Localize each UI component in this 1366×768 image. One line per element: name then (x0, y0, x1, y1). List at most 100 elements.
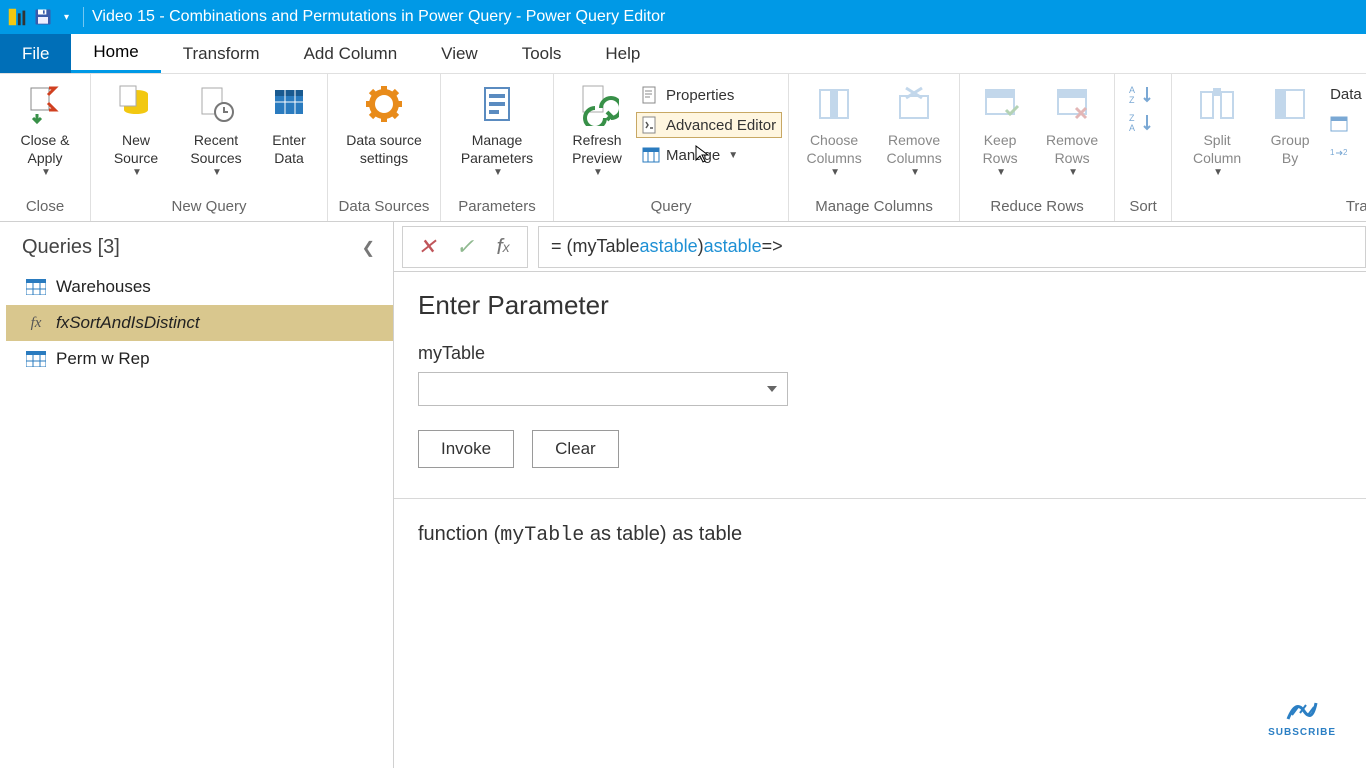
tab-help[interactable]: Help (583, 34, 662, 73)
advanced-editor-icon (642, 116, 660, 134)
enter-parameter-heading: Enter Parameter (418, 290, 1342, 321)
queries-pane: Queries [3] ❮ Warehouses fx fxSortAndIsD… (0, 222, 394, 768)
cancel-edit-button[interactable]: ✕ (413, 233, 441, 261)
ribbon-group-manage-columns: Choose Columns▼ Remove Columns▼ Manage C… (789, 74, 960, 221)
main: Queries [3] ❮ Warehouses fx fxSortAndIsD… (0, 222, 1366, 768)
formula-input[interactable]: = (myTable as table) as table => (538, 226, 1366, 268)
collapse-pane-icon[interactable]: ❮ (362, 238, 375, 258)
tab-transform[interactable]: Transform (161, 34, 282, 73)
remove-rows-button[interactable]: Remove Rows▼ (1036, 78, 1108, 188)
formula-text: as (640, 236, 659, 257)
query-item-label: Warehouses (56, 277, 151, 297)
keep-rows-button[interactable]: Keep Rows▼ (966, 78, 1034, 188)
manage-query-label: Manage (666, 147, 720, 164)
signature-text: function ( (418, 523, 500, 545)
enter-data-button[interactable]: Enter Data (257, 78, 321, 188)
ribbon-group-transform: Split Column▼ Group By Data 12 Tra (1172, 74, 1366, 221)
formula-text: as (704, 236, 723, 257)
recent-sources-label: Recent Sources (190, 132, 241, 167)
qat-dropdown-icon[interactable]: ▾ (58, 12, 75, 23)
refresh-preview-button[interactable]: Refresh Preview▼ (560, 78, 634, 188)
replace-icon: 12 (1330, 145, 1348, 163)
data-type-button[interactable]: Data (1324, 82, 1366, 107)
ribbon-group-label: New Query (97, 194, 321, 221)
ribbon-group-query: Refresh Preview▼ Properties Advanced Edi… (554, 74, 789, 221)
tab-tools[interactable]: Tools (500, 34, 584, 73)
query-item-perm-w-rep[interactable]: Perm w Rep (6, 341, 393, 377)
signature-text: myTable (500, 524, 584, 547)
ribbon-group-label: Data Sources (334, 194, 434, 221)
content-area: ✕ ✓ fx = (myTable as table) as table => … (394, 222, 1366, 768)
tab-add-column[interactable]: Add Column (282, 34, 420, 73)
fx-button[interactable]: fx (489, 233, 517, 261)
app-icon (6, 6, 28, 28)
svg-text:A: A (1129, 85, 1135, 95)
properties-button[interactable]: Properties (636, 82, 782, 108)
ribbon-group-sort: AZ ZA Sort (1115, 74, 1172, 221)
formula-text: => (762, 236, 783, 257)
manage-parameters-button[interactable]: Manage Parameters▼ (447, 78, 547, 188)
close-apply-label: Close & Apply (20, 132, 69, 167)
replace-values-button[interactable]: 12 (1324, 141, 1366, 167)
tab-file[interactable]: File (0, 34, 71, 73)
sort-desc-icon: ZA (1129, 112, 1157, 132)
ribbon-tabstrip: File Home Transform Add Column View Tool… (0, 34, 1366, 74)
query-item-label: fxSortAndIsDistinct (56, 313, 200, 333)
ribbon: Close & Apply▼ Close New Source▼ Recent … (0, 74, 1366, 222)
ribbon-group-label: Reduce Rows (966, 194, 1108, 221)
close-apply-button[interactable]: Close & Apply▼ (6, 78, 84, 188)
formula-text: table (659, 236, 698, 257)
svg-text:2: 2 (1343, 148, 1348, 157)
invoke-button[interactable]: Invoke (418, 430, 514, 468)
query-item-warehouses[interactable]: Warehouses (6, 269, 393, 305)
clear-button[interactable]: Clear (532, 430, 619, 468)
recent-sources-button[interactable]: Recent Sources▼ (177, 78, 255, 188)
divider (394, 498, 1366, 499)
title-bar: ▾ Video 15 - Combinations and Permutatio… (0, 0, 1366, 34)
formula-text: table (723, 236, 762, 257)
gear-icon (362, 82, 406, 126)
manage-parameters-label: Manage Parameters (461, 132, 533, 167)
manage-query-button[interactable]: Manage▼ (636, 142, 782, 168)
data-type-label: Data (1330, 86, 1362, 103)
ribbon-group-close: Close & Apply▼ Close (0, 74, 91, 221)
data-source-settings-button[interactable]: Data source settings (334, 78, 434, 188)
split-column-label: Split Column (1193, 132, 1241, 167)
ribbon-group-label: Tra (1178, 194, 1366, 221)
refresh-icon (575, 82, 619, 126)
split-column-icon (1195, 82, 1239, 126)
remove-columns-label: Remove Columns (886, 132, 941, 167)
sort-asc-button[interactable]: AZ (1127, 82, 1159, 106)
function-icon: fx (26, 315, 46, 331)
parameter-dropdown[interactable] (418, 372, 788, 406)
save-icon[interactable] (32, 6, 54, 28)
new-source-label: New Source (114, 132, 158, 167)
svg-text:Z: Z (1129, 113, 1135, 123)
parameter-label: myTable (418, 343, 1342, 364)
remove-rows-icon (1050, 82, 1094, 126)
tab-view[interactable]: View (419, 34, 500, 73)
remove-columns-button[interactable]: Remove Columns▼ (875, 78, 953, 188)
advanced-editor-button[interactable]: Advanced Editor (636, 112, 782, 138)
divider (83, 7, 84, 27)
close-apply-icon (23, 82, 67, 126)
use-first-row-button[interactable] (1324, 111, 1366, 137)
new-source-button[interactable]: New Source▼ (97, 78, 175, 188)
advanced-editor-label: Advanced Editor (666, 117, 776, 134)
window-title: Video 15 - Combinations and Permutations… (92, 8, 665, 26)
choose-columns-button[interactable]: Choose Columns▼ (795, 78, 873, 188)
commit-edit-button[interactable]: ✓ (451, 233, 479, 261)
sort-desc-button[interactable]: ZA (1127, 110, 1159, 134)
group-by-label: Group By (1271, 132, 1310, 167)
split-column-button[interactable]: Split Column▼ (1178, 78, 1256, 188)
group-by-button[interactable]: Group By (1258, 78, 1322, 188)
ribbon-group-label: Query (560, 194, 782, 221)
query-item-fxsortandisdistinct[interactable]: fx fxSortAndIsDistinct (6, 305, 393, 341)
keep-rows-label: Keep Rows (983, 132, 1018, 167)
data-source-settings-label: Data source settings (346, 132, 421, 167)
ribbon-group-new-query: New Source▼ Recent Sources▼ Enter Data N… (91, 74, 328, 221)
query-item-label: Perm w Rep (56, 349, 150, 369)
ribbon-group-parameters: Manage Parameters▼ Parameters (441, 74, 554, 221)
table-icon (26, 279, 46, 295)
tab-home[interactable]: Home (71, 34, 160, 73)
